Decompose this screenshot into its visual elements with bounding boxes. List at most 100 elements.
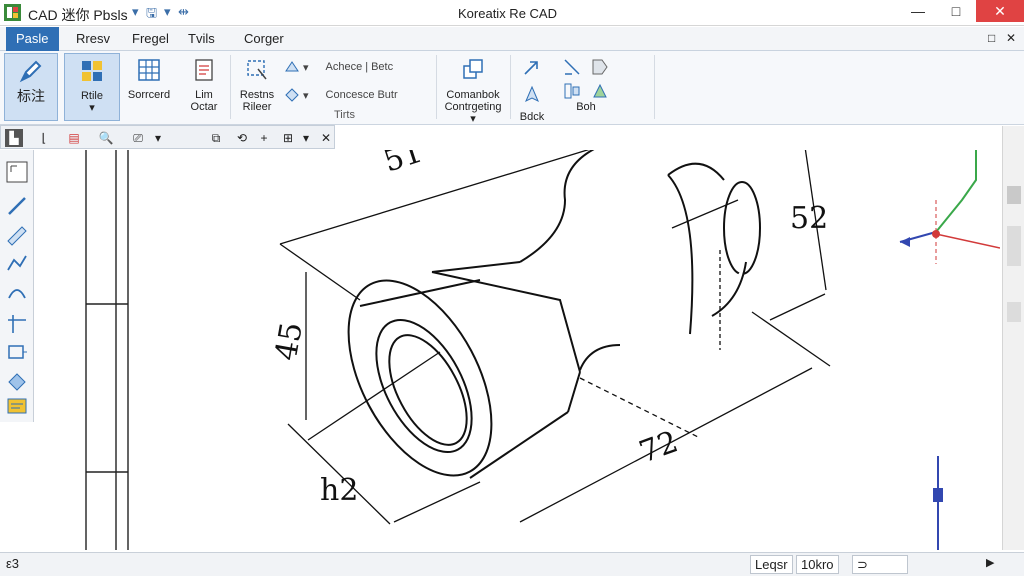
dropdown-arrow-icon: ▾ [303,89,309,102]
concesce-button[interactable]: ▾ Concesce Butr [284,87,398,103]
rotate-icon[interactable]: ⟲ [233,129,251,147]
pen-icon [525,85,539,103]
tab-pasle[interactable]: Pasle [6,27,59,51]
rtile-button[interactable]: Rtile ▾ [64,53,120,121]
zoom-icon[interactable]: 🔍 [97,129,115,147]
corner-icon[interactable]: ⌊ [35,129,53,147]
app-title: CAD 迷你 Pbsls [28,7,128,23]
ruler-icon[interactable] [5,224,29,248]
comanbok-button[interactable]: Comanbok Contrgeting ▾ [440,53,506,125]
scale-field[interactable]: 10kro [796,555,839,574]
dimension-label-left[interactable]: 45 [269,320,310,364]
pencil-icon [19,60,42,83]
save-icon[interactable]: 🖫 [146,4,157,26]
scroll-thumb[interactable] [1007,302,1021,322]
status-field[interactable]: ⊃ [852,555,908,574]
scroll-thumb[interactable] [1007,186,1021,204]
text-icon[interactable] [5,394,29,418]
fill-icon[interactable] [5,368,29,392]
restns-label-1: Restns [239,89,275,101]
ribbon-tabs: Pasle Rresv Fregel Tvils Corger □ ✕ [0,27,1024,51]
line-icon[interactable] [5,194,29,218]
rotate-icon [285,88,299,102]
layers-icon [463,59,483,79]
achece-button[interactable]: ▾ Achece | Betc [284,59,393,75]
grid-icon [138,59,160,81]
trim-icon[interactable] [5,312,29,336]
ribbon-separator [654,55,655,119]
scroll-right-icon[interactable]: ▶ [986,556,994,569]
comanbok-label-2: Contrgeting [444,101,502,113]
scroll-thumb[interactable] [1007,226,1021,266]
boh-button[interactable]: Boh [558,53,614,121]
dropdown-arrow-icon[interactable]: ▾ [149,129,167,147]
document-icon [195,59,213,81]
butr-label[interactable]: Butr [377,89,397,101]
restore-ribbon-icon[interactable]: □ [988,31,995,45]
measure-icon [564,59,580,75]
view-icon[interactable]: ⎚ [129,129,147,147]
sorrcerd-button[interactable]: Sorrcerd [122,53,176,121]
vertical-marker [933,456,943,550]
ribbon-separator [510,55,511,119]
close-button[interactable]: ✕ [976,0,1024,22]
annotate-button[interactable]: 标注 [4,53,58,121]
vertical-scrollbar[interactable] [1002,126,1024,550]
close-ribbon-icon[interactable]: ✕ [1006,31,1016,45]
dimension-label-right[interactable]: 52 [790,201,828,236]
drawing-canvas[interactable]: 51 52 45 h2 72 [34,150,1000,550]
restns-label-2: Rileer [242,101,272,113]
tab-fregel[interactable]: Fregel [122,27,179,51]
layer-icon[interactable]: ▤ [65,129,83,147]
add-icon[interactable]: + [255,129,273,147]
status-bar: ε3 Leqsr 10kro ⊃ ▶ [0,552,1024,576]
tag-icon [592,59,608,75]
tab-tvils[interactable]: Tvils [178,27,225,51]
ribbon: 标注 Rtile ▾ Sorrcerd Lim Octar Restns Ril… [0,51,1024,125]
dropdown-arrow-icon: ▾ [303,61,309,74]
frame-icon[interactable] [5,160,29,184]
dimension-label-bottom[interactable]: 72 [635,424,683,470]
tab-corger[interactable]: Corger [234,27,294,51]
ribbon-separator [436,55,437,119]
lim-octar-label-2: Octar [190,101,218,113]
close-toolbar-icon[interactable]: ✕ [317,129,335,147]
layer-field[interactable]: Leqsr [750,555,793,574]
dropdown-arrow-icon[interactable]: ▾ [132,4,139,20]
offset-icon[interactable] [5,340,29,364]
comanbok-label-1: Comanbok [446,89,500,101]
dropdown-arrow-icon[interactable]: ▾ [164,4,171,20]
dimension-label-bottom-left[interactable]: h2 [320,473,358,508]
app-icon[interactable] [4,4,21,21]
ribbon-separator [230,55,231,119]
grid-icon[interactable]: ⊞ [279,129,297,147]
quick-toolbar: ▙ ⌊ ▤ 🔍 ⎚ ▾ ⧉ ⟲ + ⊞ ▾ ✕ [0,125,335,149]
bdck-button[interactable]: Bdck [514,53,550,123]
copy-icon[interactable]: ⧉ [207,129,225,147]
concesce-label: Concesce [325,89,375,101]
boh-label: Boh [576,101,596,113]
dropdown-arrow-icon[interactable]: ▾ [297,129,315,147]
betc-label[interactable]: Betc [371,61,393,73]
pin-icon[interactable]: ⇹ [178,4,189,20]
align-icon [564,83,580,99]
ucs-axis-icon [899,150,1000,264]
dropdown-arrow-icon: ▾ [89,102,95,114]
rtile-label: Rtile [80,90,103,102]
layout-icon[interactable]: ▙ [5,129,23,147]
document-title: Koreatix Re CAD [458,6,557,21]
title-bar: CAD 迷你 Pbsls ▾ 🖫 ▾ ⇹ Koreatix Re CAD — □… [0,0,1024,26]
arc-icon[interactable] [5,280,29,304]
tab-rresv[interactable]: Rresv [66,27,120,51]
lim-octar-label-1: Lim [195,89,213,101]
restns-button[interactable]: Restns Rileer [236,53,278,121]
polyline-icon[interactable] [5,252,29,276]
left-tool-palette [0,150,34,422]
style-icon [82,61,102,81]
cylinder-part [347,150,761,479]
lim-octar-button[interactable]: Lim Octar [184,53,224,121]
maximize-button[interactable]: □ [934,0,978,22]
sorrcerd-label: Sorrcerd [127,89,171,101]
dimension-label-top[interactable]: 51 [380,150,427,180]
fill-icon [593,83,607,98]
